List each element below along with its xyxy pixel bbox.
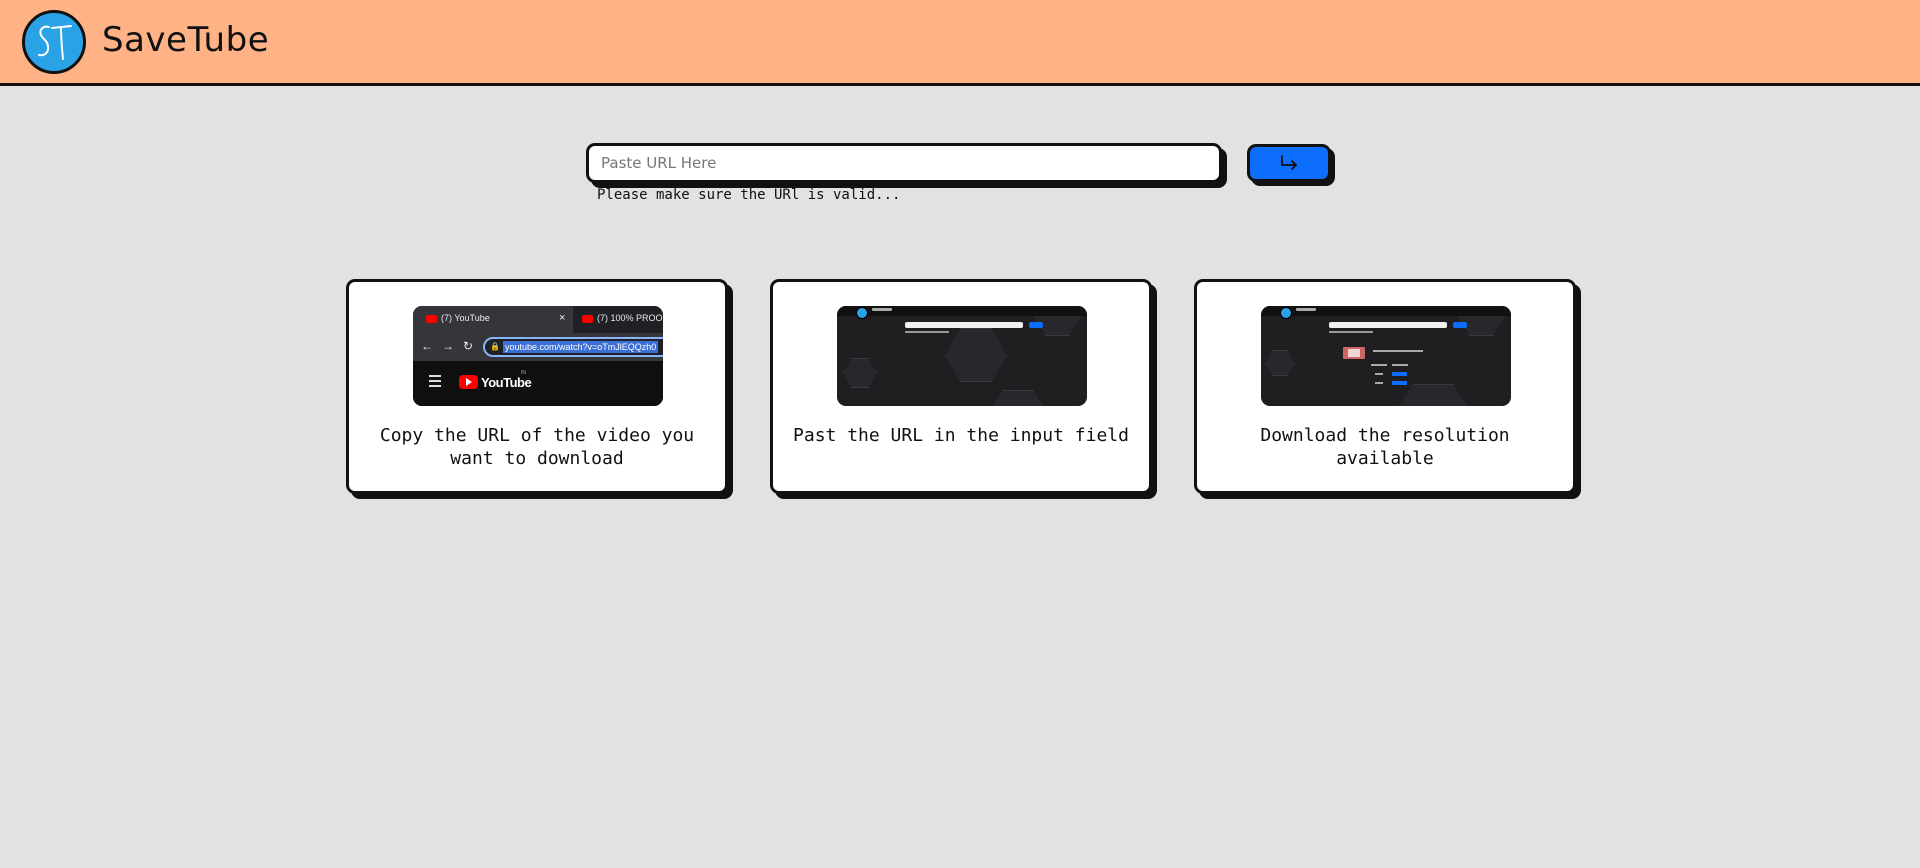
mini-button [1029, 322, 1043, 328]
mini-hint [905, 331, 949, 333]
browser-tab-active: (7) YouTube × [413, 306, 573, 333]
browser-tab-label: (7) 100% PROOF. P [597, 313, 663, 323]
browser-toolbar: ←→↻ 🔒 youtube.com/watch?v=oTmJlEQQzh0 [413, 333, 663, 361]
mini-logo-icon [856, 307, 868, 319]
logo-letters-icon [38, 25, 72, 60]
mini-resolution [1375, 382, 1383, 384]
mini-column-header [1392, 364, 1408, 366]
youtube-logo-text: YouTube [481, 375, 532, 390]
mini-hint [1329, 331, 1373, 333]
step-card-download: Download the resolution available [1194, 279, 1576, 494]
submit-button[interactable] [1247, 144, 1331, 182]
nav-arrows-icon: ←→↻ [421, 339, 483, 353]
lock-icon: 🔒 [490, 342, 500, 351]
browser-tab-strip: (7) YouTube × (7) 100% PROOF. P [413, 306, 663, 333]
step-text: Past the URL in the input field [793, 425, 1129, 446]
browser-tab-label: (7) YouTube [441, 313, 490, 323]
youtube-header: YouTube IN [413, 361, 663, 406]
brand-title[interactable]: SaveTube [102, 20, 269, 60]
top-bar: SaveTube [0, 0, 1920, 86]
menu-icon [429, 375, 441, 387]
mini-download-button [1392, 381, 1407, 385]
step-card-copy-url: (7) YouTube × (7) 100% PROOF. P ←→↻ 🔒 yo… [346, 279, 728, 494]
mini-input [1329, 322, 1447, 328]
step-image-browser: (7) YouTube × (7) 100% PROOF. P ←→↻ 🔒 yo… [413, 306, 663, 406]
step-image-download [1261, 306, 1511, 406]
arrow-turn-right-icon [1281, 155, 1297, 170]
mini-button [1453, 322, 1467, 328]
step-text: Download the resolution available [1260, 425, 1510, 469]
url-hint: Please make sure the URl is valid... [597, 187, 901, 203]
mini-video-title [1373, 350, 1423, 352]
mini-resolution [1375, 373, 1383, 375]
step-card-paste-url: Past the URL in the input field [770, 279, 1152, 494]
close-icon: × [559, 312, 566, 324]
youtube-region: IN [521, 370, 526, 376]
step-text: Copy the URL of the video you want to do… [379, 425, 695, 469]
youtube-logo-icon [459, 375, 478, 389]
logo[interactable] [22, 10, 86, 74]
url-input[interactable] [586, 143, 1222, 183]
mini-column-header [1371, 364, 1387, 366]
mini-brand [872, 308, 892, 311]
browser-address-bar: 🔒 youtube.com/watch?v=oTmJlEQQzh0 [483, 337, 663, 357]
mini-download-button [1392, 372, 1407, 376]
mini-brand [1296, 308, 1316, 311]
mini-video-thumbnail [1343, 347, 1365, 359]
youtube-favicon-icon [426, 315, 437, 323]
mini-logo-icon [1280, 307, 1292, 319]
step-image-paste [837, 306, 1087, 406]
browser-url-text: youtube.com/watch?v=oTmJlEQQzh0 [503, 341, 659, 353]
mini-input [905, 322, 1023, 328]
youtube-favicon-icon [582, 315, 593, 323]
